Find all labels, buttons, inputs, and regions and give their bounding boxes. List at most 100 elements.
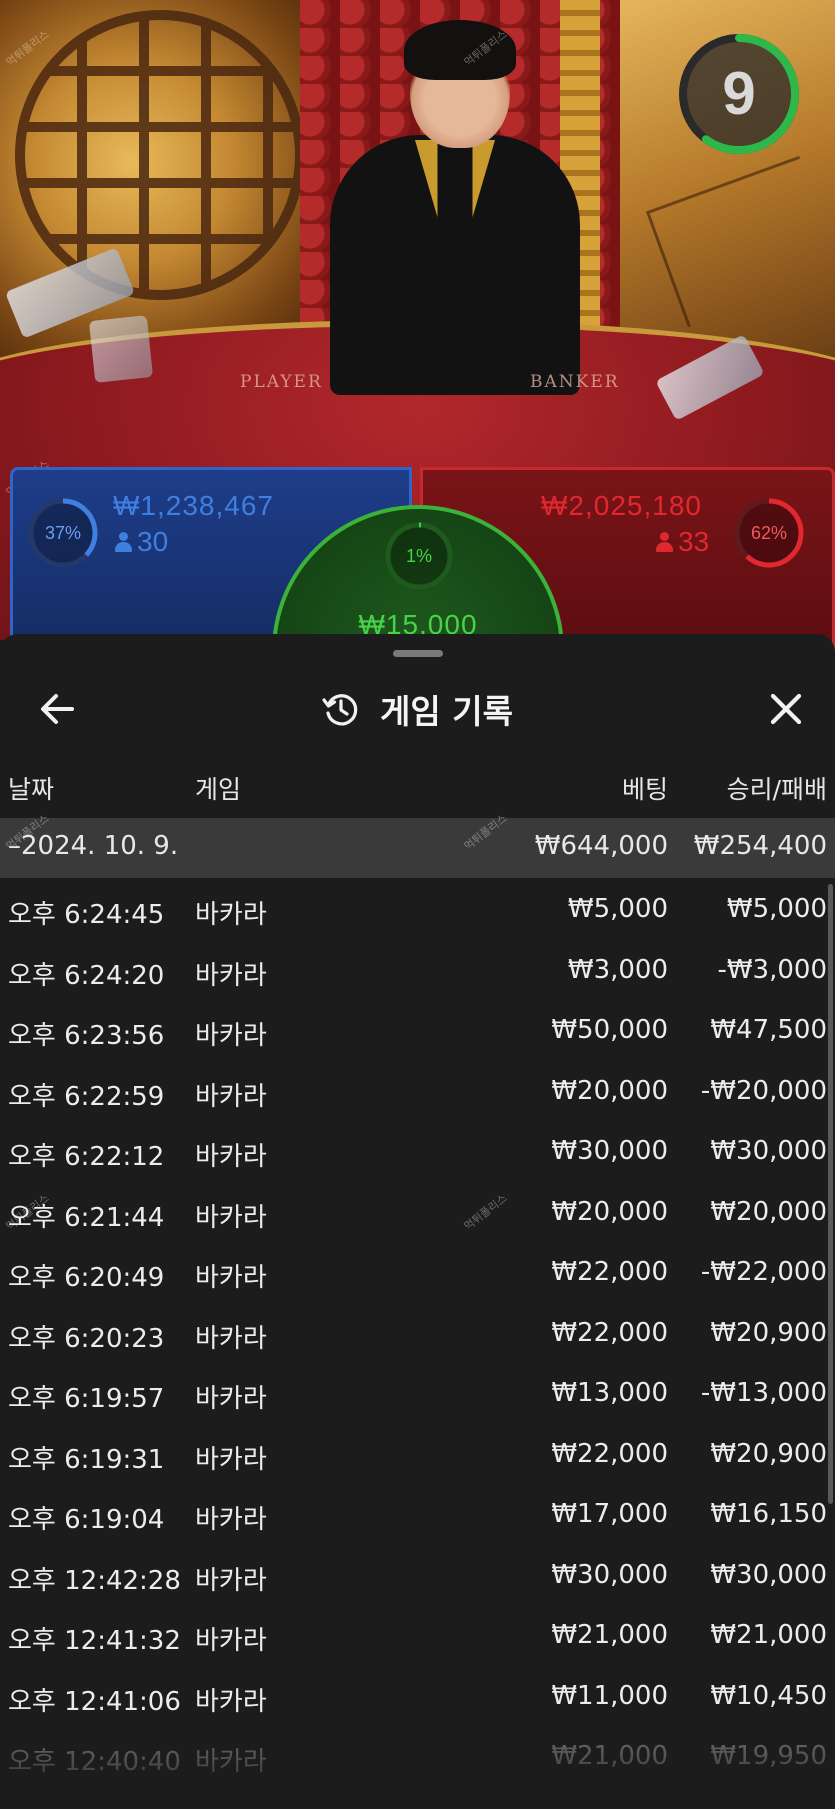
history-row[interactable]: 오후 6:23:56 바카라 ₩50,000 ₩47,500 — [0, 999, 835, 1060]
column-game: 게임 — [195, 775, 242, 804]
history-row[interactable]: 오후 6:24:20 바카라 ₩3,000 -₩3,000 — [0, 939, 835, 1000]
sheet-header: 게임 기록 — [0, 674, 835, 746]
banker-percent: 62% — [750, 523, 788, 543]
history-row[interactable]: 오후 6:20:49 바카라 ₩22,000 -₩22,000 — [0, 1241, 835, 1302]
history-row-winloss: ₩20,900 — [710, 1438, 827, 1469]
history-row-bet: ₩17,000 — [551, 1499, 668, 1529]
history-row-winloss: -₩22,000 — [700, 1257, 827, 1287]
player-percent: 37% — [44, 523, 82, 543]
history-row-winloss: ₩19,950 — [710, 1741, 827, 1771]
history-row-time: 오후 6:23:56 — [8, 1021, 165, 1051]
arrow-left-icon — [41, 694, 74, 724]
history-row-time: 오후 6:19:31 — [8, 1444, 165, 1475]
history-row-bet: ₩20,000 — [551, 1075, 668, 1106]
user-icon — [656, 532, 673, 552]
history-row[interactable]: 오후 6:19:57 바카라 ₩13,000 -₩13,000 — [0, 1362, 835, 1423]
back-button[interactable] — [24, 674, 94, 744]
history-row-bet: ₩22,000 — [551, 1257, 668, 1287]
history-row-time: 오후 6:24:20 — [8, 960, 165, 991]
user-icon — [115, 532, 132, 552]
history-row[interactable]: 오후 12:41:32 바카라 ₩21,000 ₩21,000 — [0, 1604, 835, 1665]
column-bet: 베팅 — [621, 775, 668, 804]
history-row-game: 바카라 — [195, 1505, 267, 1535]
history-row-time: 오후 12:41:32 — [8, 1626, 181, 1656]
history-row[interactable]: 오후 12:40:40 바카라 ₩21,000 ₩19,950 — [0, 1725, 835, 1786]
history-row-bet: ₩21,000 — [551, 1741, 668, 1771]
history-row-winloss: ₩10,450 — [710, 1680, 827, 1711]
history-row-winloss: ₩30,000 — [710, 1559, 827, 1590]
history-row-bet: ₩22,000 — [551, 1317, 668, 1348]
history-row[interactable]: 오후 6:19:31 바카라 ₩22,000 ₩20,900 — [0, 1423, 835, 1484]
dealer — [320, 20, 590, 400]
history-row-time: 오후 6:22:12 — [8, 1142, 165, 1172]
history-row-winloss: -₩20,000 — [700, 1075, 827, 1106]
history-row[interactable]: 오후 6:20:23 바카라 ₩22,000 ₩20,900 — [0, 1302, 835, 1363]
history-row[interactable]: 오후 6:24:45 바카라 ₩5,000 ₩5,000 — [0, 878, 835, 939]
history-row[interactable]: 오후 6:21:44 바카라 ₩20,000 ₩20,000 — [0, 1181, 835, 1242]
history-row-winloss: ₩30,000 — [710, 1136, 827, 1166]
history-row-game: 바카라 — [195, 1626, 267, 1656]
history-row-time: 오후 6:24:45 — [8, 900, 165, 930]
history-rows: 오후 6:24:45 바카라 ₩5,000 ₩5,000 오후 6:24:20 바카라 ₩3… — [0, 878, 835, 1786]
history-row[interactable]: 오후 6:22:12 바카라 ₩30,000 ₩30,000 — [0, 1120, 835, 1181]
history-row-game: 바카라 — [195, 1202, 267, 1233]
history-row-game: 바카라 — [195, 1686, 267, 1717]
history-row-winloss: -₩3,000 — [717, 954, 827, 985]
history-row-time: 오후 12:40:40 — [8, 1747, 181, 1777]
table-label-banker: BANKER — [530, 372, 620, 392]
history-row-time: 오후 6:19:04 — [8, 1505, 165, 1535]
history-row-game: 바카라 — [195, 900, 267, 930]
history-row-winloss: -₩13,000 — [700, 1378, 827, 1408]
history-row-time: 오후 12:41:06 — [8, 1686, 181, 1717]
history-row[interactable]: 오후 6:22:59 바카라 ₩20,000 -₩20,000 — [0, 1060, 835, 1121]
history-row-time: 오후 12:42:28 — [8, 1565, 181, 1596]
history-row-game: 바카라 — [195, 1142, 267, 1172]
player-percent-ring: 37% — [27, 497, 99, 569]
history-row-time: 오후 6:22:59 — [8, 1081, 165, 1112]
player-total-bet: ₩1,238,467 — [113, 490, 274, 521]
timer-value: 9 — [722, 60, 756, 127]
history-row-game: 바카라 — [195, 1263, 267, 1293]
discard-tray-left — [88, 315, 154, 383]
history-table-header: 날짜 게임 베팅 승리/패배 — [0, 764, 835, 814]
history-row-bet: ₩20,000 — [551, 1196, 668, 1227]
banker-percent-ring: 62% — [733, 497, 805, 569]
history-row-game: 바카라 — [195, 1565, 267, 1596]
history-row[interactable]: 오후 12:42:28 바카라 ₩30,000 ₩30,000 — [0, 1544, 835, 1605]
banker-bettor-count: 33 — [656, 526, 709, 558]
sheet-drag-handle[interactable] — [393, 650, 443, 657]
history-row-bet: ₩11,000 — [551, 1680, 668, 1711]
date-group-bet-total: ₩644,000 — [534, 831, 668, 861]
tie-percent-ring: 1% — [384, 521, 454, 591]
scrollbar[interactable] — [828, 884, 833, 1504]
close-button[interactable] — [751, 674, 821, 744]
history-row-winloss: ₩20,900 — [710, 1317, 827, 1348]
history-row-game: 바카라 — [195, 1444, 267, 1475]
history-row-time: 오후 6:20:23 — [8, 1323, 165, 1354]
history-row-bet: ₩22,000 — [551, 1438, 668, 1469]
player-count-value: 30 — [137, 526, 169, 557]
date-group-row[interactable]: –2024. 10. 9. ₩644,000 ₩254,400 — [0, 818, 835, 878]
history-row-bet: ₩5,000 — [567, 894, 668, 924]
history-row-winloss: ₩21,000 — [710, 1620, 827, 1650]
history-row[interactable]: 오후 12:41:06 바카라 ₩11,000 ₩10,450 — [0, 1665, 835, 1726]
history-row-winloss: ₩16,150 — [710, 1499, 827, 1529]
history-row-bet: ₩30,000 — [551, 1136, 668, 1166]
history-row-game: 바카라 — [195, 1323, 267, 1354]
countdown-timer: 9 — [675, 30, 803, 158]
close-icon — [770, 693, 802, 725]
history-row-bet: ₩3,000 — [567, 954, 668, 985]
history-row-bet: ₩50,000 — [551, 1015, 668, 1045]
history-row-bet: ₩30,000 — [551, 1559, 668, 1590]
history-row-bet: ₩13,000 — [551, 1378, 668, 1408]
banker-total-bet: ₩2,025,180 — [541, 490, 702, 521]
tie-percent: 1% — [405, 546, 432, 566]
history-row[interactable]: 오후 6:19:04 바카라 ₩17,000 ₩16,150 — [0, 1483, 835, 1544]
banker-count-value: 33 — [678, 526, 710, 557]
column-date: 날짜 — [8, 775, 55, 804]
sheet-title: 게임 기록 — [380, 692, 513, 731]
history-row-time: 오후 6:20:49 — [8, 1263, 165, 1293]
history-row-game: 바카라 — [195, 1747, 267, 1777]
player-bettor-count: 30 — [115, 526, 168, 558]
history-row-time: 오후 6:19:57 — [8, 1384, 165, 1414]
